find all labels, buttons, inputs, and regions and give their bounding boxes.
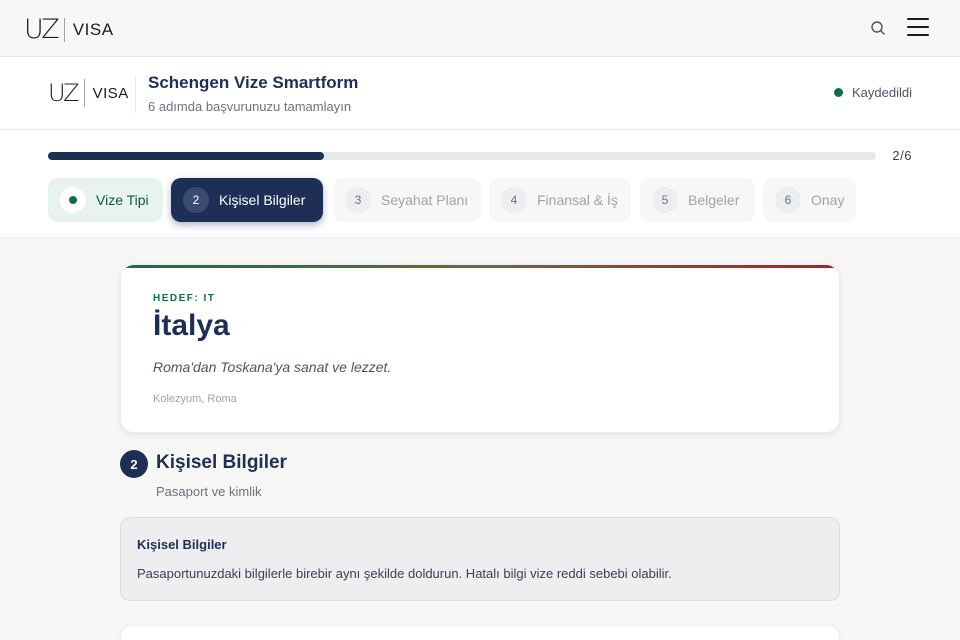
save-status-label: Kaydedildi — [852, 85, 912, 100]
step-label: Belgeler — [688, 192, 740, 208]
info-notice-title: Kişisel Bilgiler — [137, 537, 227, 552]
step-label: Onay — [811, 192, 845, 208]
logo-wordmark: VISA — [92, 84, 129, 102]
form-fields-card — [120, 625, 840, 640]
step-number: 6 — [775, 187, 801, 213]
top-navbar: UZ VISA — [0, 0, 960, 57]
info-notice-text: Pasaportunuzdaki bilgilerle birebir aynı… — [137, 566, 672, 581]
section-number-badge: 2 — [120, 450, 148, 478]
flag-stripe — [121, 265, 839, 268]
destination-caption: Kolezyum, Roma — [153, 393, 237, 405]
hamburger-menu-icon[interactable] — [907, 18, 929, 38]
destination-card: HEDEF: IT İtalya Roma'dan Toskana'ya san… — [120, 264, 840, 433]
destination-description: Roma'dan Toskana'ya sanat ve lezzet. — [153, 359, 392, 375]
logo-mark: UZ — [24, 14, 60, 45]
step-number: 5 — [652, 187, 678, 213]
step-check-icon — [60, 187, 86, 213]
header-divider — [135, 77, 136, 113]
step-seyahat-plani[interactable]: 3 Seyahat Planı — [333, 178, 481, 222]
form-subtitle: 6 adımda başvurunuzu tamamlayın — [148, 99, 352, 114]
destination-name: İtalya — [153, 309, 230, 342]
form-header: UZ VISA Schengen Vize Smartform 6 adımda… — [0, 57, 960, 130]
destination-tag: HEDEF: IT — [153, 293, 216, 304]
step-number: 3 — [345, 187, 371, 213]
step-label: Kişisel Bilgiler — [219, 192, 306, 208]
section-title: Kişisel Bilgiler — [156, 452, 287, 473]
step-number: 2 — [183, 187, 209, 213]
step-vize-tipi[interactable]: Vize Tipi — [48, 178, 163, 222]
progress-count: 2/6 — [892, 148, 912, 163]
step-belgeler[interactable]: 5 Belgeler — [640, 178, 755, 222]
step-label: Vize Tipi — [96, 192, 149, 208]
brand-logo[interactable]: UZ VISA — [24, 14, 114, 45]
section-subtitle: Pasaport ve kimlik — [156, 484, 262, 499]
logo-wordmark: VISA — [72, 19, 114, 39]
step-kisisel-bilgiler[interactable]: 2 Kişisel Bilgiler — [171, 178, 323, 222]
status-dot-icon — [834, 88, 843, 97]
step-label: Finansal & İş — [537, 192, 618, 208]
save-status: Kaydedildi — [834, 85, 912, 100]
logo-divider — [63, 17, 65, 42]
logo-divider — [83, 79, 85, 107]
form-title: Schengen Vize Smartform — [148, 73, 359, 92]
search-icon[interactable] — [870, 20, 886, 36]
info-notice: Kişisel Bilgiler Pasaportunuzdaki bilgil… — [120, 517, 840, 601]
progress-bar-fill — [48, 152, 324, 160]
progress-section: 2/6 Vize Tipi 2 Kişisel Bilgiler 3 Seyah… — [0, 130, 960, 238]
step-finansal-is[interactable]: 4 Finansal & İş — [489, 178, 631, 222]
step-number: 4 — [501, 187, 527, 213]
progress-bar — [48, 152, 876, 160]
step-onay[interactable]: 6 Onay — [763, 178, 856, 222]
step-label: Seyahat Planı — [381, 192, 469, 208]
form-brand-logo: UZ VISA — [48, 79, 129, 107]
logo-mark: UZ — [48, 79, 80, 107]
